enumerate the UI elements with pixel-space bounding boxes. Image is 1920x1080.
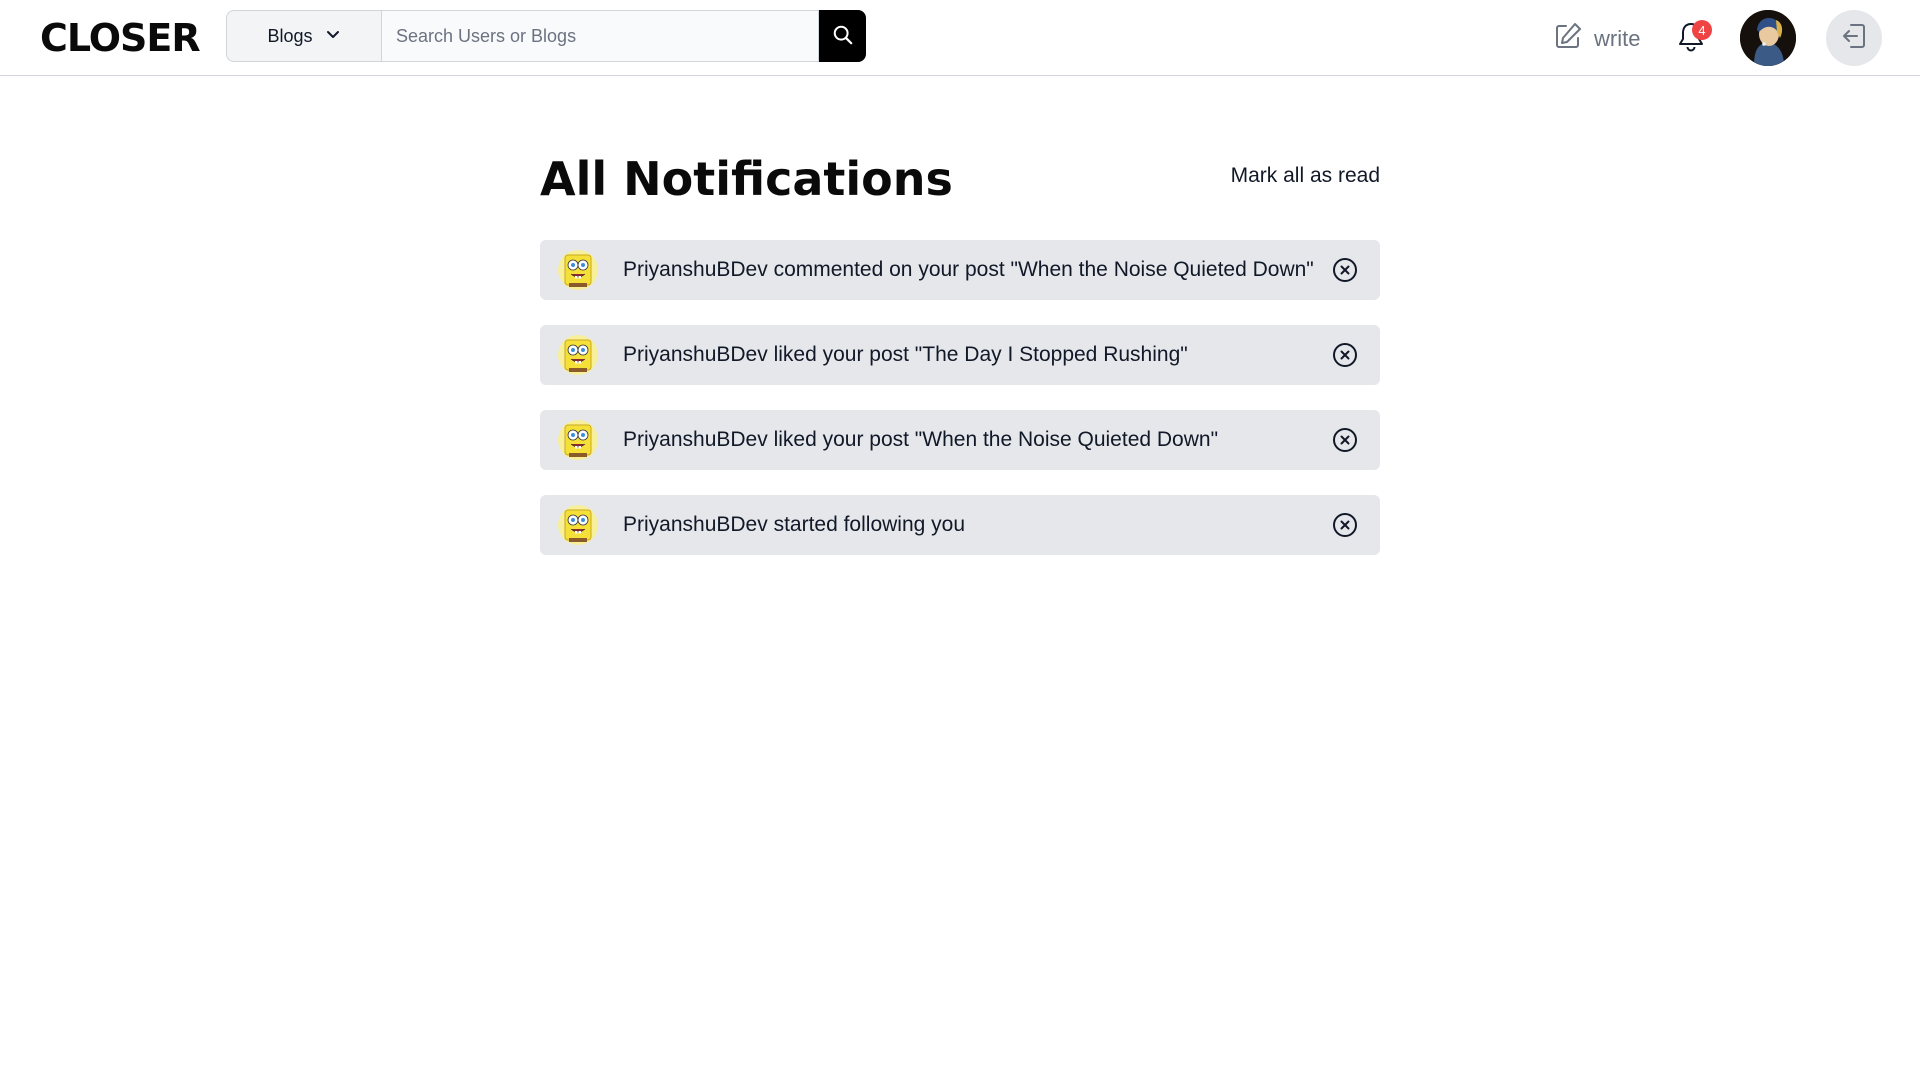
notification-text: PriyanshuBDev liked your post "The Day I… <box>623 343 1188 366</box>
mark-all-read-button[interactable]: Mark all as read <box>1231 164 1380 188</box>
search-button[interactable] <box>819 10 866 62</box>
page-title: All Notifications <box>540 152 953 206</box>
notification-count-badge: 4 <box>1692 20 1712 40</box>
x-circle-icon[interactable] <box>1332 342 1358 368</box>
notification-item[interactable]: PriyanshuBDev liked your post "The Day I… <box>540 325 1380 385</box>
notification-item[interactable]: PriyanshuBDev liked your post "When the … <box>540 410 1380 470</box>
write-label: write <box>1594 26 1641 51</box>
category-dropdown[interactable]: Blogs <box>226 10 381 62</box>
x-circle-icon[interactable] <box>1332 257 1358 283</box>
category-dropdown-label: Blogs <box>267 25 313 46</box>
write-button[interactable]: write <box>1552 20 1640 58</box>
search-input[interactable] <box>381 10 819 62</box>
sender-avatar[interactable] <box>558 420 598 460</box>
search-icon <box>832 24 854 49</box>
notification-text: PriyanshuBDev liked your post "When the … <box>623 428 1219 451</box>
sender-avatar[interactable] <box>558 250 598 290</box>
x-circle-icon[interactable] <box>1332 512 1358 538</box>
x-circle-icon[interactable] <box>1332 427 1358 453</box>
notification-text: PriyanshuBDev commented on your post "Wh… <box>623 258 1314 281</box>
logout-icon <box>1839 21 1869 56</box>
notification-item[interactable]: PriyanshuBDev commented on your post "Wh… <box>540 240 1380 300</box>
notifications-button[interactable]: 4 <box>1676 20 1712 56</box>
search-bar: Blogs <box>226 10 866 62</box>
bell-icon <box>1676 23 1706 56</box>
sender-avatar[interactable] <box>558 505 598 545</box>
notification-text: PriyanshuBDev started following you <box>623 513 966 536</box>
notification-list: PriyanshuBDev commented on your post "Wh… <box>540 240 1380 580</box>
pencil-square-icon <box>1552 20 1584 58</box>
top-navbar: CLOSER Blogs write 4 <box>0 0 1920 76</box>
user-avatar[interactable] <box>1740 10 1796 66</box>
sender-avatar[interactable] <box>558 335 598 375</box>
logout-button[interactable] <box>1826 10 1882 66</box>
chevron-down-icon <box>325 26 341 47</box>
notification-item[interactable]: PriyanshuBDev started following you <box>540 495 1380 555</box>
app-logo[interactable]: CLOSER <box>40 16 201 60</box>
